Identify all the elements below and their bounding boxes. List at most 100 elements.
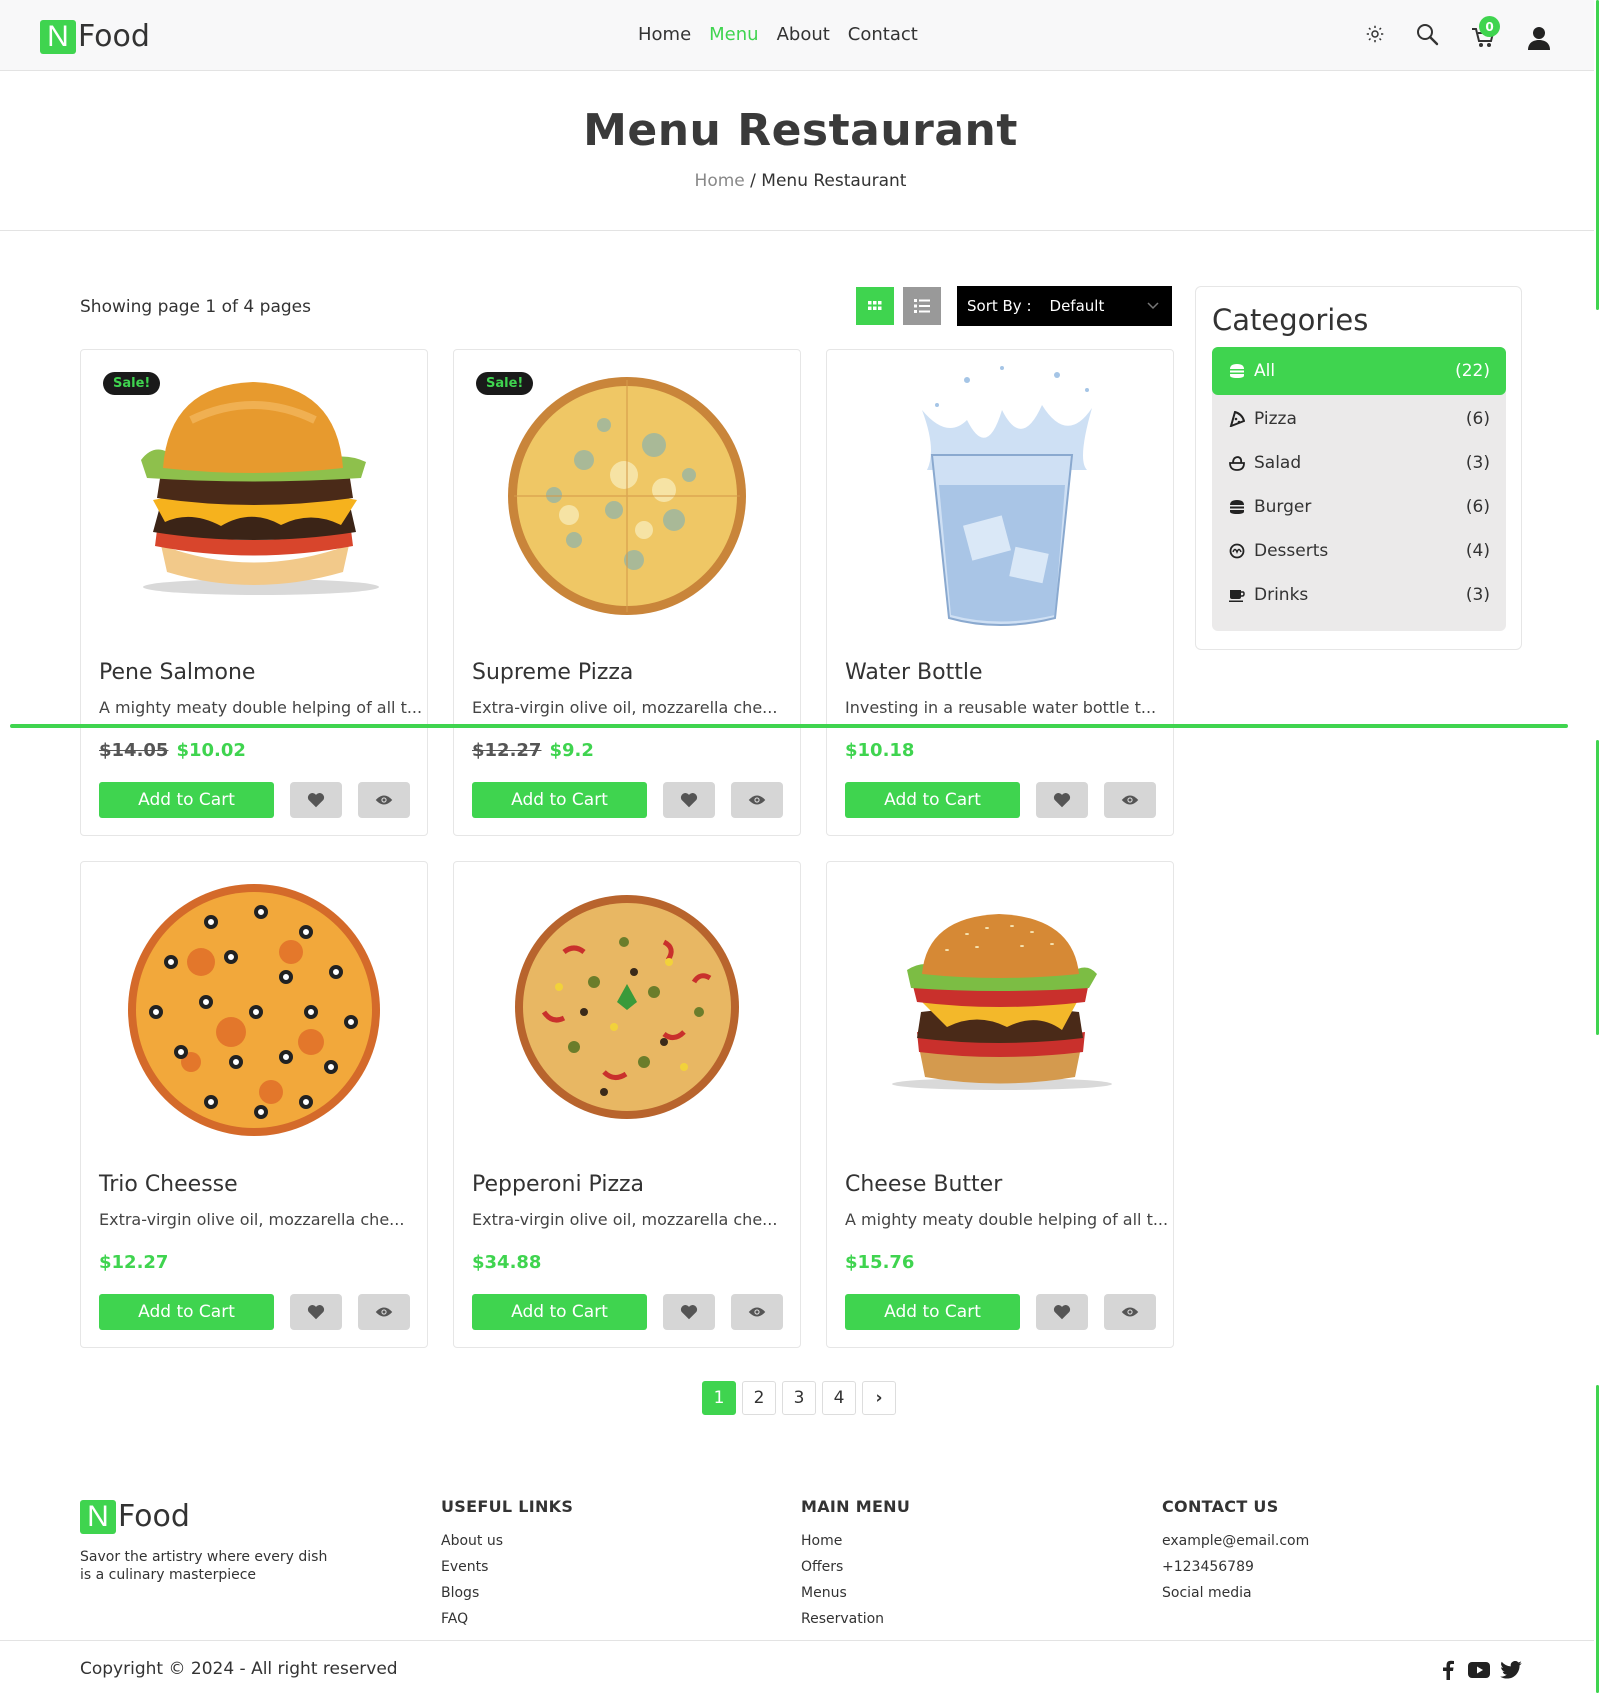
category-count: (6)	[1465, 409, 1490, 429]
product-description: Extra-virgin olive oil, mozzarella che..…	[99, 1210, 405, 1229]
category-label: All	[1254, 361, 1276, 381]
sale-price: $10.02	[176, 740, 246, 761]
product-name[interactable]: Cheese Butter	[845, 1172, 1002, 1197]
user-icon[interactable]	[1525, 24, 1553, 52]
footer-logo[interactable]: N Food	[80, 1499, 190, 1534]
nav-about[interactable]: About	[777, 24, 830, 45]
category-pizza[interactable]: Pizza (6)	[1212, 395, 1506, 443]
youtube-icon[interactable]	[1467, 1658, 1491, 1682]
footer-link[interactable]: Offers	[801, 1554, 910, 1580]
category-desserts[interactable]: Desserts (4)	[1212, 527, 1506, 575]
product-price: $14.05 $10.02	[99, 740, 246, 761]
add-to-cart-button[interactable]: Add to Cart	[845, 1294, 1020, 1330]
wishlist-button[interactable]	[663, 782, 715, 818]
site-logo[interactable]: N Food	[40, 19, 150, 54]
footer-tagline: Savor the artistry where every dish is a…	[80, 1549, 328, 1583]
category-count: (6)	[1465, 497, 1490, 517]
product-card: Sale! Supreme Pizza Extra-virgin olive o…	[453, 349, 801, 836]
product-name[interactable]: Pene Salmone	[99, 660, 255, 685]
page-4-button[interactable]: 4	[822, 1381, 856, 1415]
product-name[interactable]: Pepperoni Pizza	[472, 1172, 644, 1197]
list-icon	[914, 299, 930, 313]
wishlist-button[interactable]	[663, 1294, 715, 1330]
category-label: Salad	[1254, 453, 1302, 473]
quick-view-button[interactable]	[731, 1294, 783, 1330]
wishlist-button[interactable]	[1036, 1294, 1088, 1330]
footer-link[interactable]: Events	[441, 1554, 573, 1580]
categories-panel: Categories All (22) Pizza (6) Salad (3) …	[1195, 286, 1522, 650]
facebook-icon[interactable]	[1436, 1658, 1460, 1682]
category-burger[interactable]: Burger (6)	[1212, 483, 1506, 531]
quick-view-button[interactable]	[358, 782, 410, 818]
footer-main-menu: MAIN MENU Home Offers Menus Reservation	[801, 1497, 910, 1632]
sale-price: $10.18	[845, 740, 915, 761]
product-image-classic-burger[interactable]	[827, 862, 1173, 1162]
product-name[interactable]: Trio Cheesse	[99, 1172, 238, 1197]
product-description: A mighty meaty double helping of all t..…	[845, 1210, 1169, 1229]
quick-view-button[interactable]	[1104, 782, 1156, 818]
category-label: Desserts	[1254, 541, 1329, 561]
next-page-button[interactable]: ›	[862, 1381, 896, 1415]
eye-icon	[1121, 1307, 1139, 1317]
product-image-water-glass[interactable]	[827, 350, 1173, 650]
footer-link[interactable]: Home	[801, 1528, 910, 1554]
product-name[interactable]: Supreme Pizza	[472, 660, 633, 685]
search-icon[interactable]	[1413, 20, 1441, 48]
page-3-button[interactable]: 3	[782, 1381, 816, 1415]
wishlist-button[interactable]	[290, 782, 342, 818]
product-card: Trio Cheesse Extra-virgin olive oil, moz…	[80, 861, 428, 1348]
footer-link[interactable]: Blogs	[441, 1580, 573, 1606]
breadcrumb-current: Menu Restaurant	[761, 171, 907, 191]
nav-contact[interactable]: Contact	[848, 24, 918, 45]
category-salad[interactable]: Salad (3)	[1212, 439, 1506, 487]
add-to-cart-button[interactable]: Add to Cart	[99, 1294, 274, 1330]
twitter-icon[interactable]	[1499, 1658, 1523, 1682]
quick-view-button[interactable]	[358, 1294, 410, 1330]
logo-mark: N	[40, 19, 76, 54]
quick-view-button[interactable]	[1104, 1294, 1156, 1330]
category-all[interactable]: All (22)	[1212, 347, 1506, 395]
sale-price: $12.27	[99, 1252, 169, 1273]
sort-select[interactable]: Sort By : Default	[957, 286, 1172, 326]
add-to-cart-button[interactable]: Add to Cart	[99, 782, 274, 818]
scrollbar-segment	[1596, 0, 1599, 310]
pizza-icon	[1228, 410, 1246, 428]
footer-useful-links: USEFUL LINKS About us Events Blogs FAQ	[441, 1497, 573, 1632]
footer-link[interactable]: FAQ	[441, 1606, 573, 1632]
eye-icon	[375, 1307, 393, 1317]
product-image-pizza[interactable]	[454, 350, 800, 650]
product-image-burger[interactable]	[81, 350, 427, 650]
product-image-olive-pizza[interactable]	[81, 862, 427, 1162]
add-to-cart-button[interactable]: Add to Cart	[845, 782, 1020, 818]
footer-divider	[0, 1640, 1594, 1641]
list-view-button[interactable]	[903, 287, 941, 325]
cart-count-badge: 0	[1479, 16, 1500, 37]
category-drinks[interactable]: Drinks (3)	[1212, 571, 1506, 619]
footer-link[interactable]: About us	[441, 1528, 573, 1554]
results-summary: Showing page 1 of 4 pages	[80, 297, 311, 317]
wishlist-button[interactable]	[1036, 782, 1088, 818]
contact-social[interactable]: Social media	[1162, 1580, 1309, 1606]
page-2-button[interactable]: 2	[742, 1381, 776, 1415]
sun-icon[interactable]	[1361, 20, 1389, 48]
breadcrumb-home[interactable]: Home	[695, 171, 745, 191]
sale-badge: Sale!	[476, 372, 534, 395]
eye-icon	[748, 1307, 766, 1317]
quick-view-button[interactable]	[731, 782, 783, 818]
product-name[interactable]: Water Bottle	[845, 660, 982, 685]
page-1-button[interactable]: 1	[702, 1381, 736, 1415]
contact-phone[interactable]: +123456789	[1162, 1554, 1309, 1580]
grid-view-button[interactable]	[856, 287, 894, 325]
heart-icon	[1053, 1305, 1071, 1320]
footer-link[interactable]: Reservation	[801, 1606, 910, 1632]
add-to-cart-button[interactable]: Add to Cart	[472, 1294, 647, 1330]
add-to-cart-button[interactable]: Add to Cart	[472, 782, 647, 818]
wishlist-button[interactable]	[290, 1294, 342, 1330]
nav-menu[interactable]: Menu	[709, 24, 758, 45]
breadcrumb: Home / Menu Restaurant	[0, 171, 1601, 191]
product-image-pepperoni-pizza[interactable]	[454, 862, 800, 1162]
nav-home[interactable]: Home	[638, 24, 691, 45]
scrollbar[interactable]	[1594, 0, 1601, 1693]
footer-link[interactable]: Menus	[801, 1580, 910, 1606]
contact-email[interactable]: example@email.com	[1162, 1528, 1309, 1554]
